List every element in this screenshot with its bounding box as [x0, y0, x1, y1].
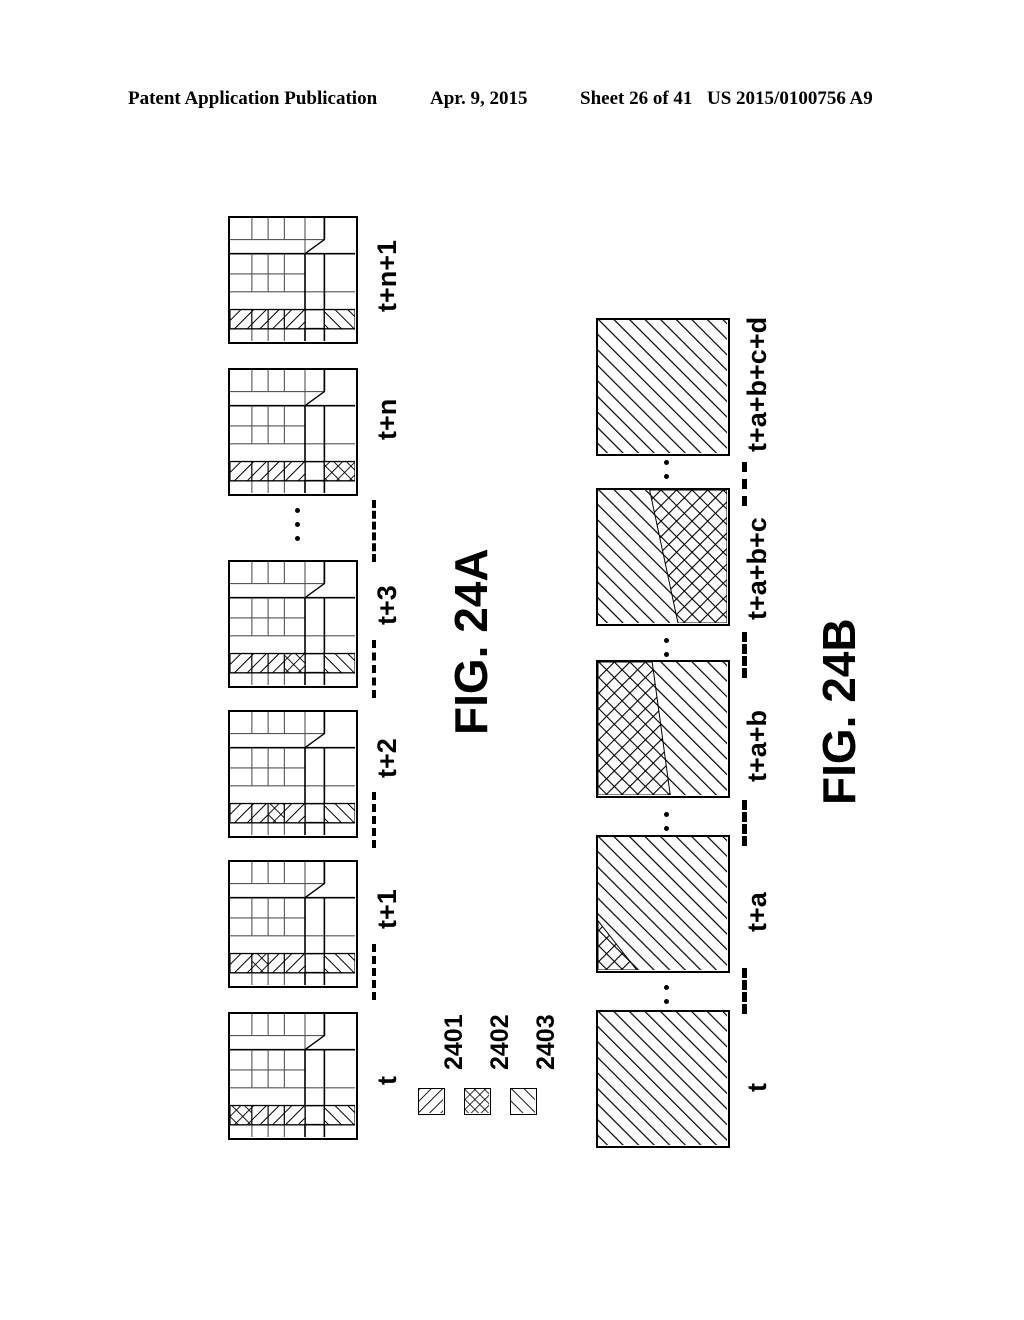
grid-frame-label-t-plus-n-plus-1: t+n+1: [372, 239, 402, 312]
grid-frame-label-t: t: [372, 1076, 402, 1085]
grid-frame-t: [228, 1012, 358, 1140]
block-frame-label-t-plus-a-b: t+a+b: [742, 709, 772, 782]
grid-frame-t-plus-1: [228, 860, 358, 988]
block-frame-t-plus-a-b: [596, 660, 730, 798]
grid-frame-t-plus-3: [228, 560, 358, 688]
header-date: Apr. 9, 2015: [430, 88, 528, 109]
block-frame-t-plus-a-b-c-d: [596, 318, 730, 456]
grid-frame-t-plus-n-plus-1: [228, 216, 358, 344]
figure-24b-title: FIG. 24B: [813, 618, 865, 805]
block-frame-t-plus-a: [596, 835, 730, 973]
legend-swatch-2401: [418, 1088, 445, 1115]
legend-ref-2403: 2403: [532, 1014, 560, 1070]
timeline-dash-a-3: [372, 792, 376, 848]
timeline-dash-b-1: [742, 968, 747, 1014]
block-frame-label-t: t: [742, 1083, 772, 1092]
header-publication-title: Patent Application Publication: [128, 88, 378, 109]
legend-ref-2402: 2402: [486, 1014, 514, 1070]
block-frame-label-t-plus-a: t+a: [742, 892, 772, 932]
timeline-dash-b-4: [742, 462, 747, 506]
grid-frame-label-t-plus-2: t+2: [372, 738, 402, 778]
block-frame-label-t-plus-a-b-c-d: t+a+b+c+d: [742, 316, 772, 452]
grid-ellipsis-dots: [295, 508, 300, 550]
grid-frame-label-t-plus-n: t+n: [372, 398, 402, 440]
header-sheet-number: Sheet 26 of 41: [580, 88, 693, 109]
block-frame-t: [596, 1010, 730, 1148]
legend-swatch-2402: [464, 1088, 491, 1115]
header-patent-number: US 2015/0100756 A9: [707, 88, 873, 109]
legend-swatch-2403: [510, 1088, 537, 1115]
block-frame-label-t-plus-a-b-c: t+a+b+c: [742, 517, 772, 620]
legend-ref-2401: 2401: [440, 1014, 468, 1070]
grid-frame-t-plus-2: [228, 710, 358, 838]
grid-frame-label-t-plus-1: t+1: [372, 889, 402, 929]
grid-frame-label-t-plus-3: t+3: [372, 585, 402, 625]
timeline-dash-b-2: [742, 800, 747, 846]
timeline-dash-b-3: [742, 632, 747, 678]
page-header: Patent Application Publication Apr. 9, 2…: [0, 88, 1024, 116]
grid-frame-t-plus-n: [228, 368, 358, 496]
timeline-dash-a-2: [372, 640, 376, 698]
block-frame-t-plus-a-b-c: [596, 488, 730, 626]
figure-24a-title: FIG. 24A: [445, 548, 497, 735]
timeline-dash-a-1: [372, 500, 376, 562]
timeline-dash-a-4: [372, 944, 376, 1000]
